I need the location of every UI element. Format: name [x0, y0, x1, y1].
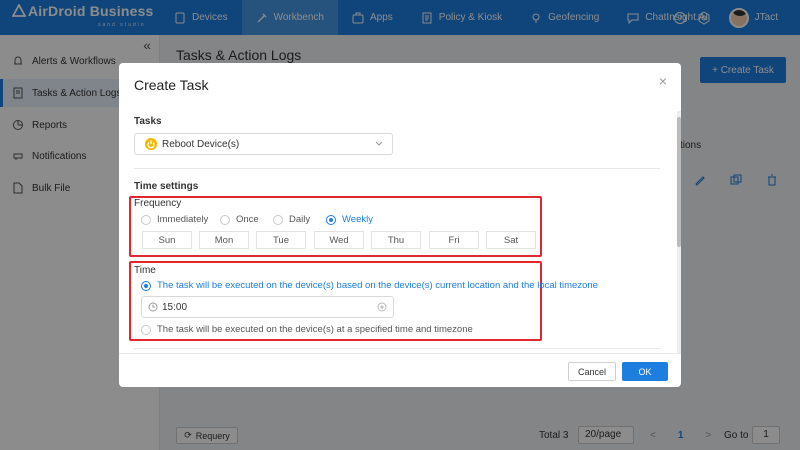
radio-label: The task will be executed on the device(…: [157, 324, 473, 335]
chevron-down-icon: [375, 141, 383, 146]
radio-button[interactable]: [141, 324, 151, 335]
radio-label: Once: [236, 214, 259, 225]
ok-button[interactable]: OK: [622, 362, 668, 381]
scrollbar-thumb[interactable]: [677, 117, 681, 247]
time-value: 15:00: [162, 301, 188, 313]
day-thu[interactable]: Thu: [371, 231, 421, 249]
day-sat[interactable]: Sat: [486, 231, 536, 249]
day-fri[interactable]: Fri: [429, 231, 479, 249]
section-divider: [134, 168, 660, 169]
frequency-weekly[interactable]: Weekly: [326, 214, 373, 225]
day-sun[interactable]: Sun: [142, 231, 192, 249]
clock-icon: [148, 302, 158, 312]
time-label: Time: [134, 265, 156, 276]
radio-label: Weekly: [342, 214, 373, 225]
dialog-title: Create Task: [134, 77, 209, 93]
radio-label: Daily: [289, 214, 311, 225]
radio-button[interactable]: [273, 214, 283, 225]
cancel-button[interactable]: Cancel: [568, 362, 616, 381]
tasks-label: Tasks: [134, 116, 162, 127]
create-task-dialog: Create Task × Tasks Reboot Device(s) Tim…: [119, 63, 681, 387]
day-tue[interactable]: Tue: [256, 231, 306, 249]
close-icon[interactable]: ×: [659, 73, 667, 89]
time-settings-label: Time settings: [134, 181, 199, 192]
radio-button-selected[interactable]: [326, 214, 336, 225]
time-picker-input[interactable]: 15:00: [141, 296, 394, 318]
frequency-daily[interactable]: Daily: [273, 214, 310, 225]
frequency-immediately[interactable]: Immediately: [141, 214, 208, 225]
dialog-footer: Cancel OK: [119, 353, 681, 387]
dialog-scrollbar[interactable]: [677, 111, 681, 353]
radio-button[interactable]: [141, 214, 151, 225]
task-select-value: Reboot Device(s): [162, 138, 240, 150]
time-option-local[interactable]: The task will be executed on the device(…: [141, 280, 598, 291]
section-divider: [134, 348, 660, 349]
day-mon[interactable]: Mon: [199, 231, 249, 249]
clear-icon[interactable]: [377, 302, 387, 312]
radio-button-selected[interactable]: [141, 280, 151, 291]
task-select[interactable]: Reboot Device(s): [134, 133, 393, 155]
time-option-specified[interactable]: The task will be executed on the device(…: [141, 324, 473, 335]
radio-label: The task will be executed on the device(…: [157, 280, 598, 291]
day-wed[interactable]: Wed: [314, 231, 364, 249]
frequency-label: Frequency: [134, 198, 182, 209]
radio-label: Immediately: [157, 214, 209, 225]
frequency-once[interactable]: Once: [220, 214, 259, 225]
radio-button[interactable]: [220, 214, 230, 225]
power-icon: [145, 138, 157, 150]
